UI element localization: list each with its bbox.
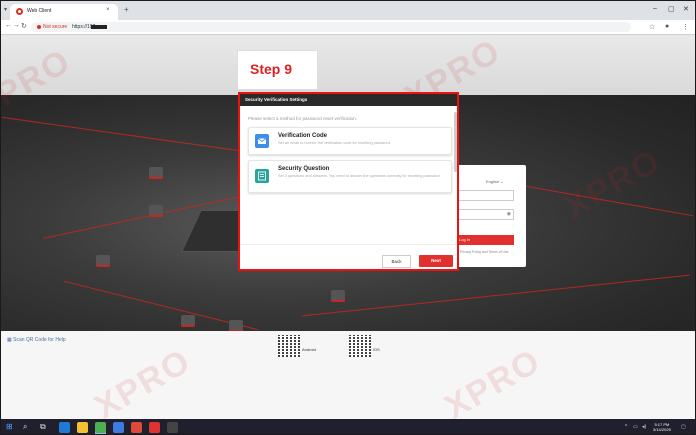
login-footer-text[interactable]: Privacy Policy and Terms of Use	[460, 250, 509, 254]
browser-toolbar: ← → ↻ Not secure https://192. ☆ ● ⋮	[1, 20, 695, 35]
step-label-box: Step 9	[237, 50, 318, 90]
device-node	[96, 255, 110, 265]
tab-list-icon[interactable]: ▾	[4, 6, 7, 13]
hero-top-background	[1, 35, 695, 95]
dialog-subtitle: Please select a method for password rese…	[248, 116, 358, 121]
dialog-scrollbar[interactable]	[454, 112, 457, 172]
browser-tabstrip: ▾ Web Client × + – ▢ ✕	[1, 1, 695, 20]
reload-icon[interactable]: ↻	[21, 22, 27, 30]
qr-help-link[interactable]: ▦ Scan QR Code for Help	[7, 337, 66, 343]
profile-icon[interactable]: ●	[665, 23, 669, 30]
option-description: Set an email to receive the verification…	[278, 141, 391, 145]
notifications-icon[interactable]: ▢	[681, 424, 686, 430]
file-explorer-icon[interactable]	[77, 422, 88, 433]
app-icon[interactable]	[131, 422, 142, 433]
device-node	[149, 205, 163, 215]
warning-icon	[37, 25, 41, 29]
screen: ▾ Web Client × + – ▢ ✕ ← → ↻ Not secure …	[0, 0, 696, 435]
android-qr-code	[278, 335, 300, 357]
back-arrow-icon[interactable]: ←	[5, 22, 12, 29]
address-bar[interactable]: Not secure https://192.	[31, 22, 631, 32]
username-field[interactable]	[456, 190, 514, 201]
device-node	[229, 320, 243, 330]
site-favicon-icon	[16, 8, 23, 15]
dialog-footer: Back Next	[240, 244, 457, 270]
network-icon[interactable]: ▭	[633, 424, 638, 430]
qr-help-label: Scan QR Code for Help	[13, 337, 66, 343]
tray-chevron-icon[interactable]: ^	[625, 424, 627, 430]
taskbar-clock[interactable]: 5:17 PM 3/14/2025	[653, 422, 671, 432]
new-tab-button[interactable]: +	[124, 5, 129, 14]
security-verification-dialog: Security Verification Settings Please se…	[238, 92, 459, 271]
circuit-trace	[302, 274, 690, 317]
question-card-icon	[255, 169, 269, 183]
language-label: English	[486, 179, 500, 184]
option-title: Security Question	[278, 166, 330, 172]
bookmark-star-icon[interactable]: ☆	[649, 23, 655, 31]
volume-icon[interactable]: ◂)	[642, 424, 646, 430]
ios-qr-code	[349, 335, 371, 357]
device-node	[331, 290, 345, 300]
dialog-title: Security Verification Settings	[240, 94, 457, 106]
option-description: Set 3 questions and answers. You need to…	[278, 174, 441, 178]
clock-date: 3/14/2025	[653, 427, 671, 432]
tab-title: Web Client	[27, 8, 52, 14]
edge-icon[interactable]	[59, 422, 70, 433]
menu-kebab-icon[interactable]: ⋮	[682, 23, 689, 31]
close-tab-icon[interactable]: ×	[106, 7, 110, 13]
search-icon[interactable]: ⌕	[23, 422, 27, 432]
circuit-trace	[2, 116, 260, 155]
step-label: Step 9	[250, 61, 293, 77]
app-icon[interactable]	[113, 422, 124, 433]
close-window-icon[interactable]: ✕	[683, 5, 689, 13]
windows-taskbar: ⊞ ⌕ ⧉ ^ ▭ ◂) 5:17 PM 3/14/2025 ▢	[1, 419, 695, 434]
not-secure-label: Not secure	[43, 24, 68, 30]
maximize-icon[interactable]: ▢	[668, 5, 675, 13]
app-icon[interactable]	[149, 422, 160, 433]
forward-arrow-icon[interactable]: →	[13, 22, 20, 29]
back-button[interactable]: Back	[382, 255, 411, 268]
option-title: Verification Code	[278, 133, 328, 139]
next-button[interactable]: Next	[419, 255, 453, 267]
option-verification-code[interactable]: Verification Code Set an email to receiv…	[248, 127, 452, 155]
windows-start-icon[interactable]: ⊞	[6, 422, 13, 431]
not-secure-indicator[interactable]: Not secure	[37, 24, 67, 30]
chrome-icon[interactable]	[95, 422, 106, 433]
password-field[interactable]: ◉	[456, 209, 514, 220]
login-button[interactable]: Log In	[456, 235, 514, 245]
url-redaction	[91, 25, 107, 29]
email-icon	[255, 134, 269, 148]
browser-tab[interactable]: Web Client ×	[10, 4, 118, 20]
android-qr-label: Android	[302, 347, 316, 352]
eye-icon[interactable]: ◉	[507, 211, 511, 217]
language-select[interactable]: English ⌄	[486, 179, 504, 184]
app-icon[interactable]	[167, 422, 178, 433]
task-view-icon[interactable]: ⧉	[40, 422, 46, 432]
device-node	[181, 315, 195, 325]
minimize-icon[interactable]: –	[653, 5, 657, 12]
device-node	[149, 167, 163, 177]
ios-qr-label: iOS	[373, 347, 380, 352]
option-security-question[interactable]: Security Question Set 3 questions and an…	[248, 160, 452, 193]
